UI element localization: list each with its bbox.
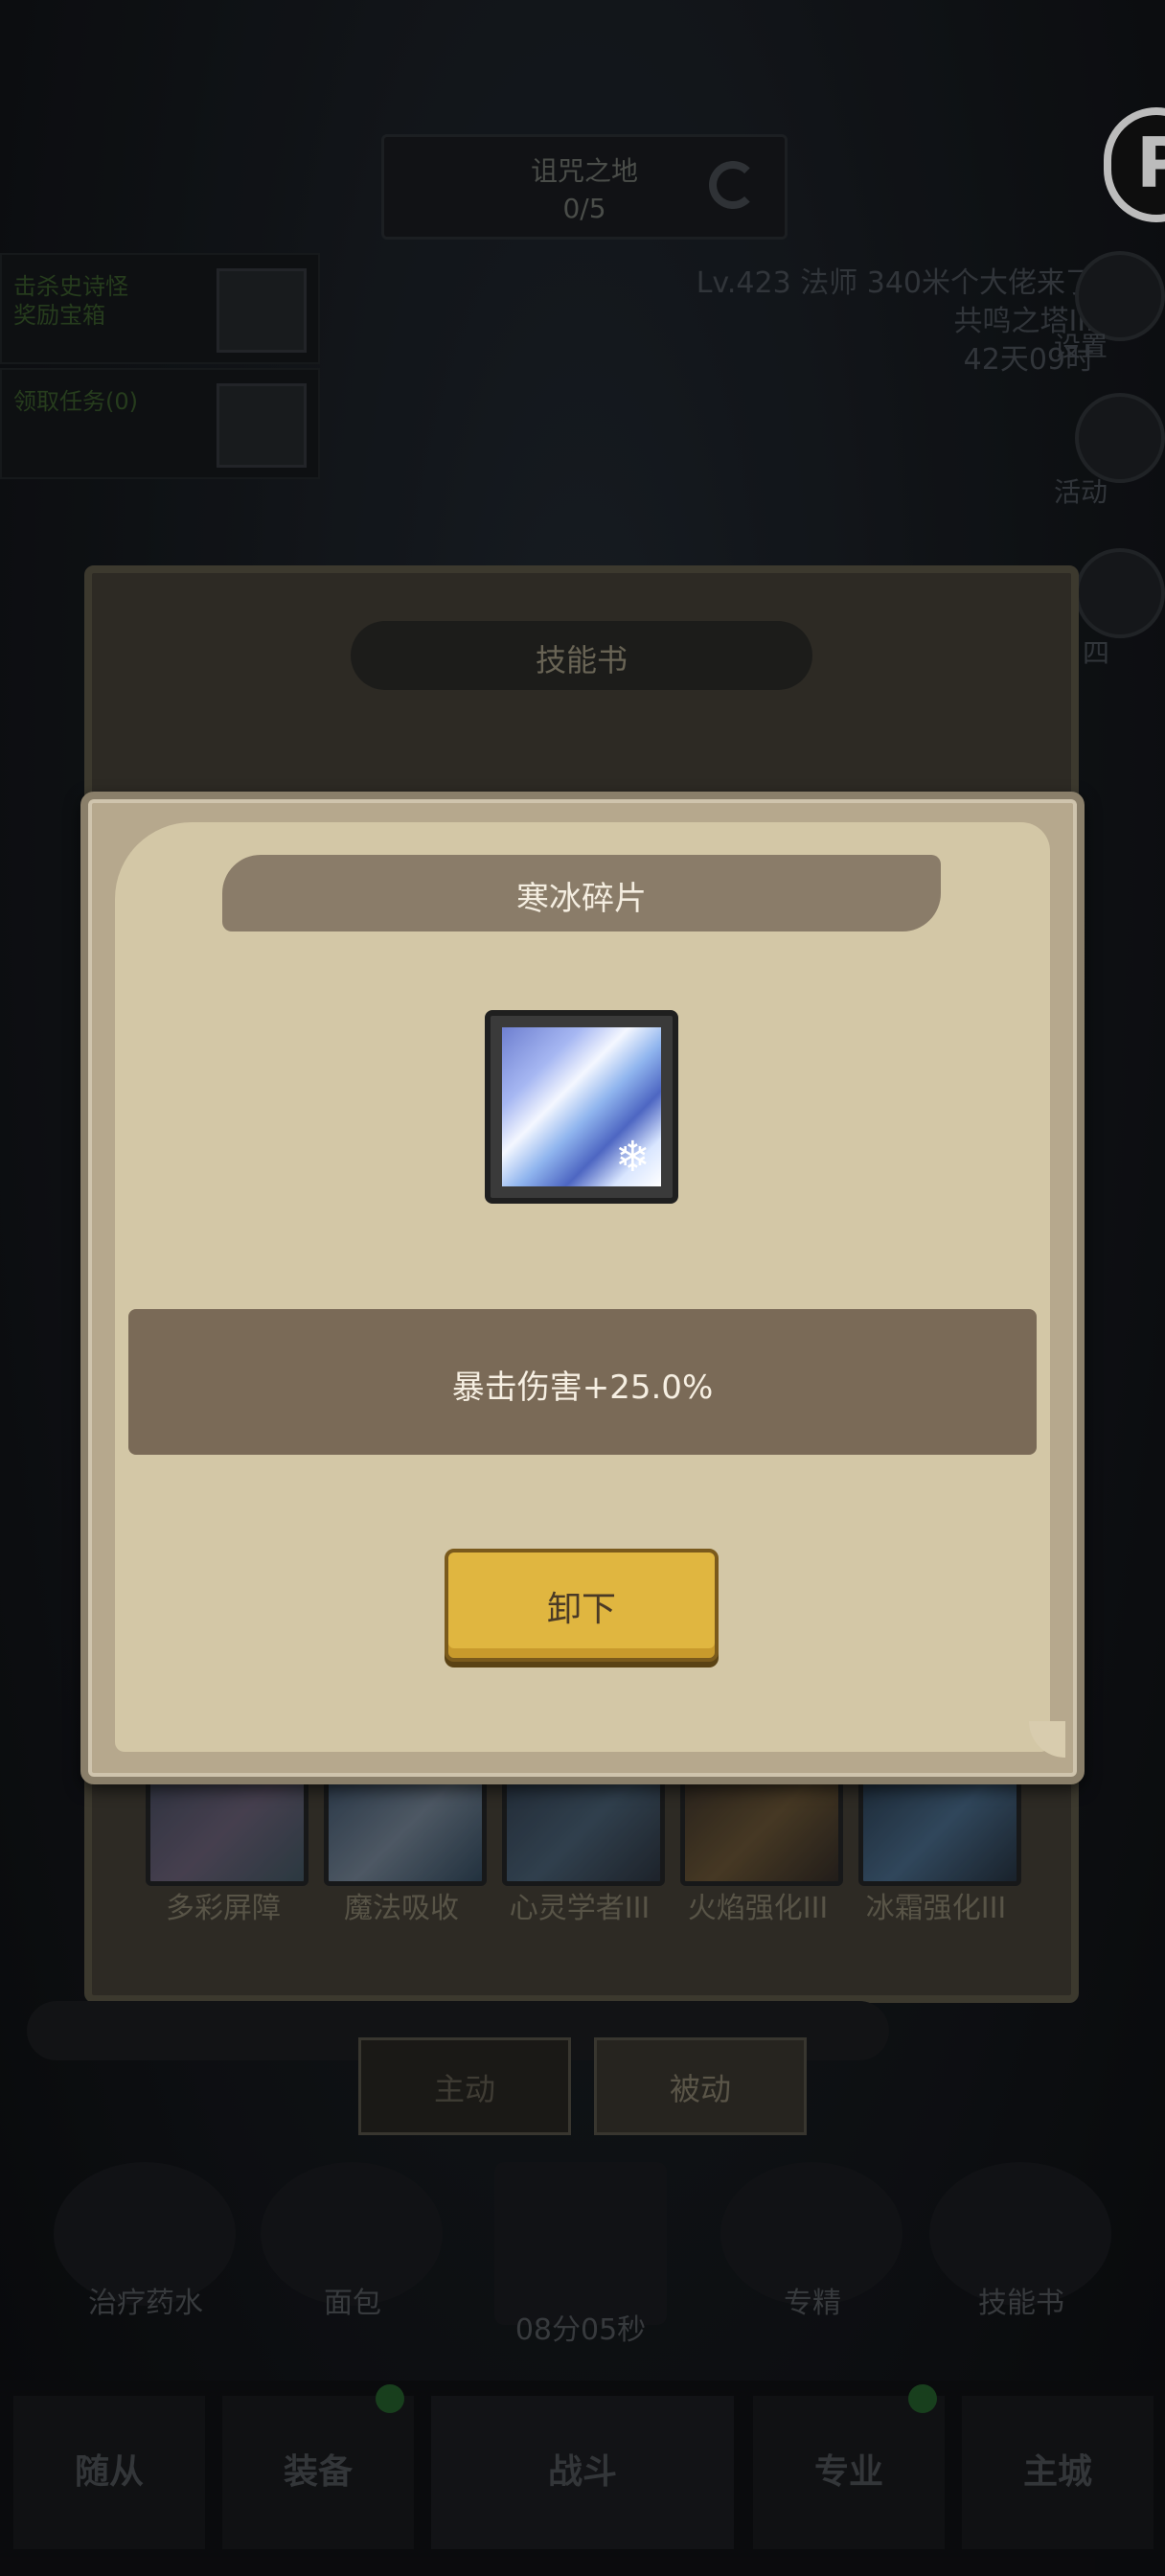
item-description-bar: 暴击伤害+25.0% xyxy=(128,1309,1037,1455)
item-frame: ❄ xyxy=(485,1010,678,1204)
dialog-title: 寒冰碎片 xyxy=(516,880,647,918)
snowflake-icon: ❄ xyxy=(615,1133,651,1182)
dialog-title-banner: 寒冰碎片 xyxy=(222,855,941,932)
unequip-button-label: 卸下 xyxy=(546,1590,616,1629)
ice-shard-icon: ❄ xyxy=(502,1027,661,1186)
item-description: 暴击伤害+25.0% xyxy=(451,1368,714,1407)
unequip-button[interactable]: 卸下 xyxy=(445,1549,719,1662)
